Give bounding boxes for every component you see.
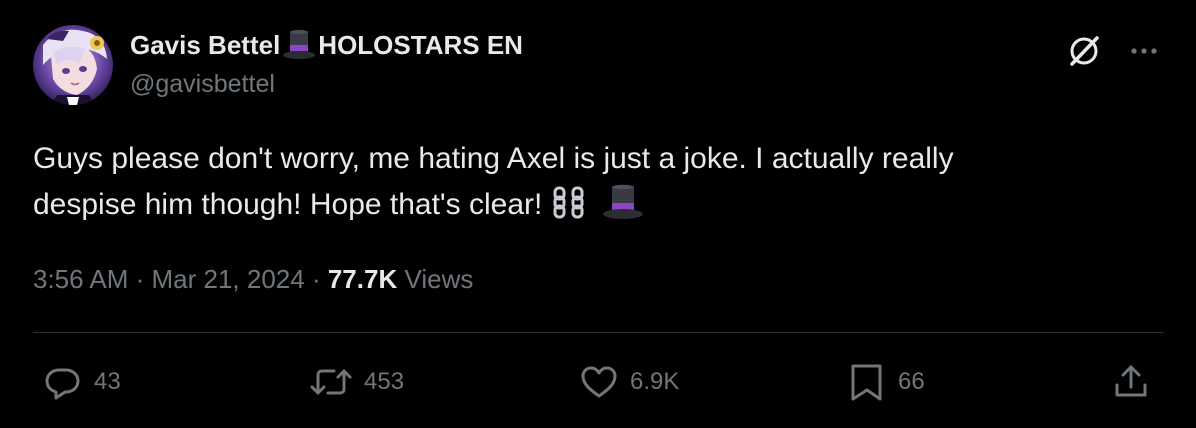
like-button[interactable]: 6.9K (578, 360, 679, 404)
reply-count: 43 (94, 368, 121, 395)
tweet-date[interactable]: Mar 21, 2024 (152, 264, 305, 294)
grok-icon[interactable] (1064, 31, 1104, 71)
reply-button[interactable]: 43 (42, 360, 121, 404)
repost-count: 453 (364, 368, 405, 395)
bookmark-icon (851, 364, 882, 401)
tweet-time[interactable]: 3:56 AM (33, 264, 128, 294)
views-label: Views (397, 264, 474, 294)
chains-icon (551, 186, 593, 234)
meta-separator: · (304, 264, 328, 294)
meta-separator: · (128, 264, 152, 294)
repost-button[interactable]: 453 (308, 360, 404, 404)
tweet-text-line-2: despise him though! Hope that's clear! (33, 182, 1153, 234)
top-hat-icon (282, 29, 316, 61)
divider (33, 332, 1164, 333)
author-name-suffix: HOLOSTARS EN (318, 29, 523, 60)
more-options-icon[interactable] (1124, 33, 1164, 69)
bookmark-button[interactable]: 66 (846, 360, 925, 404)
author-handle[interactable]: @gavisbettel (130, 70, 275, 99)
share-icon (1115, 365, 1147, 397)
tweet-text-line-1: Guys please don't worry, me hating Axel … (33, 142, 954, 175)
top-hat-icon (601, 184, 645, 234)
author-name[interactable]: Gavis Bettel HOLOSTARS EN (130, 29, 523, 61)
reply-icon (45, 368, 80, 400)
like-count: 6.9K (630, 368, 680, 395)
heart-icon (581, 366, 617, 398)
views-count: 77.7K (327, 264, 398, 294)
bookmark-count: 66 (898, 368, 925, 395)
tweet-card: Gavis Bettel HOLOSTARS EN @gavisbettel G… (0, 0, 1196, 428)
share-button[interactable] (1110, 360, 1162, 404)
avatar[interactable] (33, 25, 113, 105)
author-name-text: Gavis Bettel (130, 29, 281, 60)
repost-icon (310, 369, 352, 395)
tweet-text: Guys please don't worry, me hating Axel … (33, 136, 1153, 234)
tweet-text-line-2-text: despise him though! Hope that's clear! (33, 188, 543, 221)
tweet-meta: 3:56 AM · Mar 21, 2024 · 77.7K Views (33, 264, 473, 295)
